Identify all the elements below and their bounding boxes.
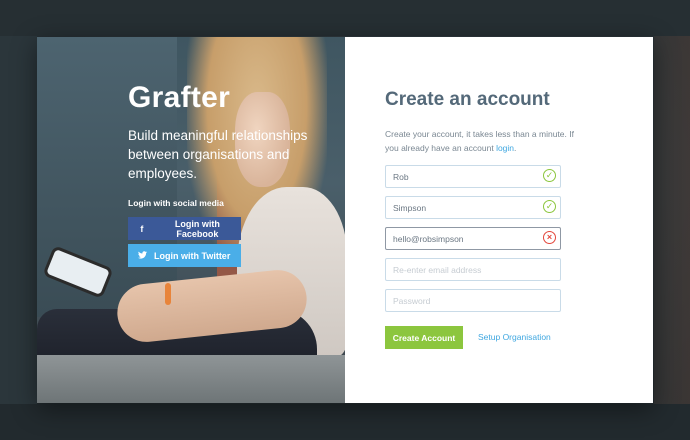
form-subtitle: Create your account, it takes less than … — [385, 128, 575, 155]
twitter-login-label: Login with Twitter — [154, 250, 231, 261]
signup-card: Grafter Build meaningful relationships b… — [37, 37, 653, 403]
last-name-field: ✓ — [385, 196, 561, 219]
email-input[interactable] — [386, 228, 536, 249]
facebook-login-button[interactable]: f Login with Facebook — [128, 217, 241, 240]
email-confirm-field — [385, 258, 561, 281]
create-account-button[interactable]: Create Account — [385, 326, 463, 349]
signup-form-panel: Create an account Create your account, i… — [345, 37, 653, 403]
form-title: Create an account — [385, 89, 550, 110]
login-link[interactable]: login — [496, 143, 514, 153]
facebook-login-label: Login with Facebook — [174, 218, 220, 239]
valid-check-icon: ✓ — [543, 200, 556, 213]
password-input[interactable] — [386, 290, 536, 311]
error-x-icon: × — [543, 231, 556, 244]
last-name-input[interactable] — [386, 197, 536, 218]
setup-organisation-link[interactable]: Setup Organisation — [478, 332, 551, 342]
form-subtitle-text: Create your account, it takes less than … — [385, 129, 574, 153]
hero-panel: Grafter Build meaningful relationships b… — [37, 37, 345, 403]
twitter-login-button[interactable]: Login with Twitter — [128, 244, 241, 267]
email-confirm-input[interactable] — [386, 259, 536, 280]
form-subtitle-end: . — [514, 142, 517, 153]
facebook-icon: f — [140, 223, 144, 234]
backdrop-left — [0, 0, 37, 440]
password-field — [385, 289, 561, 312]
backdrop-right — [654, 0, 690, 440]
tagline: Build meaningful relationships between o… — [128, 128, 308, 181]
first-name-input[interactable] — [386, 166, 536, 187]
valid-check-icon: ✓ — [543, 169, 556, 182]
twitter-icon — [138, 250, 147, 261]
hero-photo-bracelet — [165, 283, 171, 305]
brand-logo: Grafter — [128, 81, 231, 114]
backdrop-bottom — [0, 404, 690, 440]
backdrop-top — [0, 0, 690, 36]
hero-photo-ledge — [37, 355, 345, 403]
email-field: × — [385, 227, 561, 250]
social-login-label: Login with social media — [128, 198, 224, 208]
first-name-field: ✓ — [385, 165, 561, 188]
